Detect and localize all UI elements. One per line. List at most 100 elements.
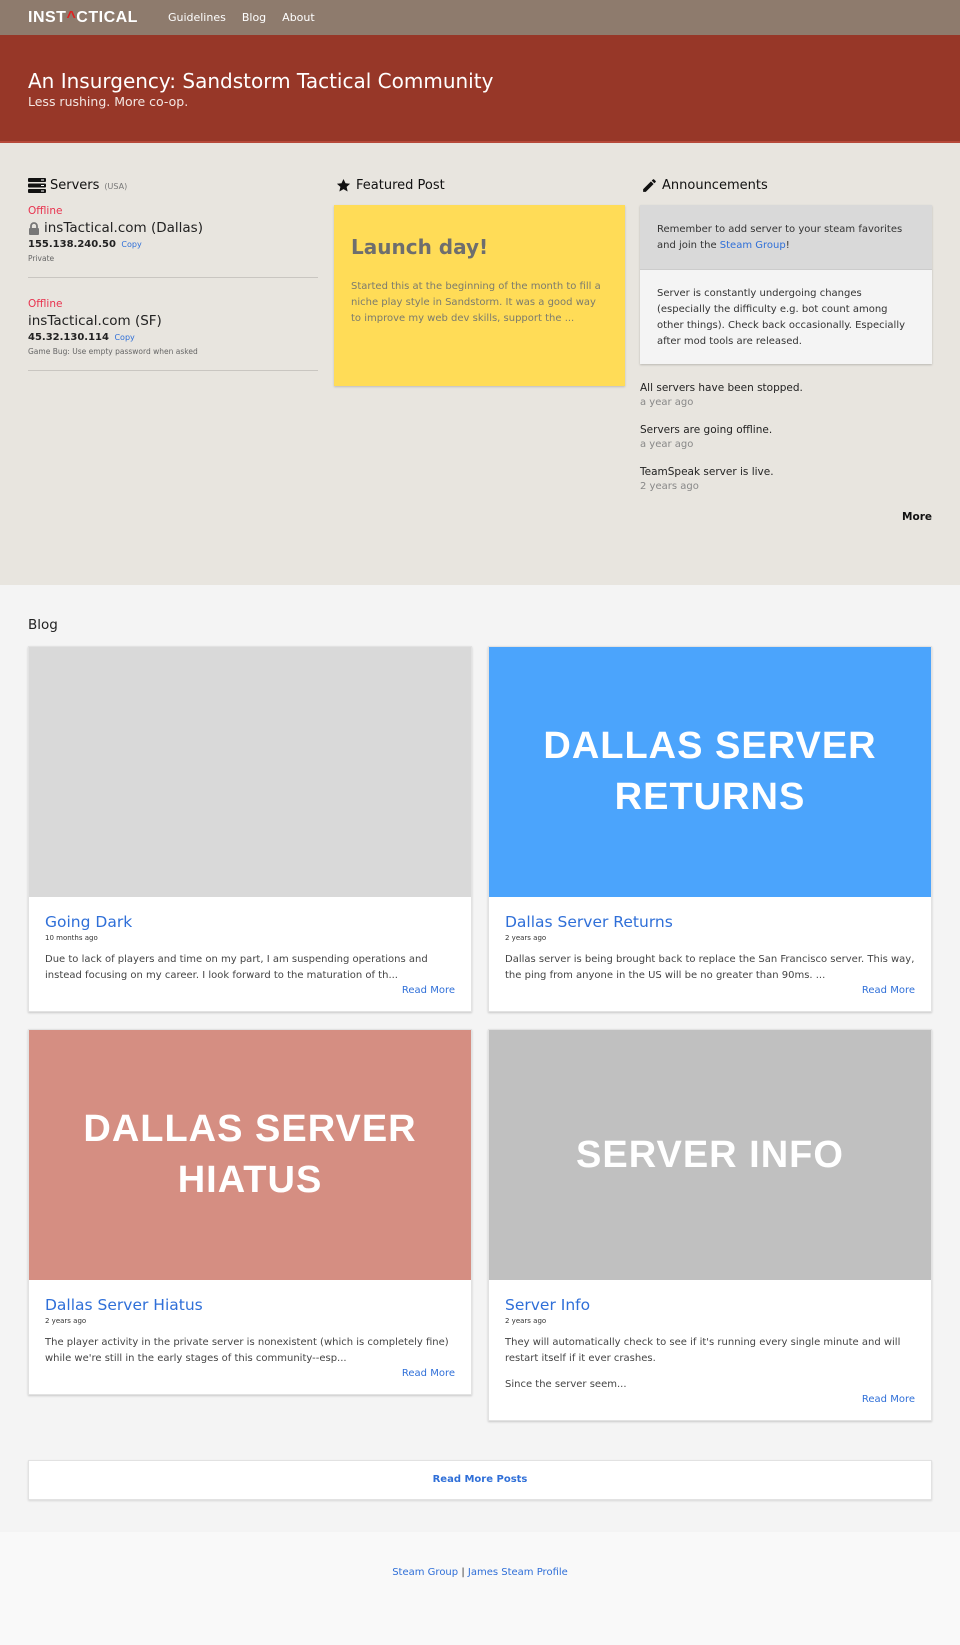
blog-card-date: 10 months ago <box>45 934 98 942</box>
announcement-time: a year ago <box>640 439 694 450</box>
more-announcements-link[interactable]: More <box>640 511 932 523</box>
servers-title: Servers <box>50 177 100 193</box>
blog-card-body: Dallas Server Returns 2 years ago Dallas… <box>489 897 931 1011</box>
logo-caret-icon: ^ <box>66 8 77 26</box>
blog-card-title[interactable]: Dallas Server Returns <box>505 913 915 931</box>
server-status: Offline <box>28 205 63 217</box>
featured-post-title: Launch day! <box>351 235 489 259</box>
excerpt-paragraph: The player activity in the private serve… <box>45 1337 449 1364</box>
excerpt-paragraph: They will automatically check to see if … <box>505 1337 901 1364</box>
servers-heading: Servers (USA) <box>28 175 318 195</box>
navbar: INST^CTICAL Guidelines Blog About <box>0 0 960 35</box>
copy-ip-button[interactable]: Copy <box>121 240 141 249</box>
announcements-heading: Announcements <box>640 175 932 195</box>
announcement-list: All servers have been stopped. a year ag… <box>640 382 932 492</box>
hero-banner: An Insurgency: Sandstorm Tactical Commun… <box>0 35 960 143</box>
nav-link-guidelines[interactable]: Guidelines <box>168 11 226 24</box>
featured-column: Featured Post Launch day! Started this a… <box>334 175 625 585</box>
hero-title: An Insurgency: Sandstorm Tactical Commun… <box>28 69 494 93</box>
star-icon <box>334 177 352 193</box>
featured-post-excerpt: Started this at the beginning of the mon… <box>351 281 601 324</box>
read-more-link[interactable]: Read More <box>505 985 915 996</box>
announcement-item: Servers are going offline. a year ago <box>640 424 932 450</box>
featured-title: Featured Post <box>356 177 445 193</box>
server-status: Offline <box>28 298 63 310</box>
steam-group-link[interactable]: Steam Group <box>720 240 786 251</box>
blog-section: Blog Going Dark 10 months ago Due to lac… <box>0 585 960 1532</box>
read-more-posts-button[interactable]: Read More Posts <box>28 1460 932 1500</box>
server-icon <box>28 177 46 193</box>
announcement-text: Servers are going offline. <box>640 424 773 436</box>
blog-card-body: Dallas Server Hiatus 2 years ago The pla… <box>29 1280 471 1394</box>
excerpt-paragraph: Dallas server is being brought back to r… <box>505 954 915 981</box>
server-ip-text: 155.138.240.50 <box>28 239 116 250</box>
footer: Steam Group | James Steam Profile <box>0 1532 960 1645</box>
footer-separator: | <box>461 1567 465 1578</box>
pinned-suffix: ! <box>785 240 790 251</box>
blog-card-excerpt: Due to lack of players and time on my pa… <box>45 952 455 984</box>
server-name: insTactical.com (Dallas) <box>28 220 318 236</box>
logo-text-left: INST <box>28 8 67 26</box>
servers-region: (USA) <box>104 182 128 191</box>
blog-card-title[interactable]: Going Dark <box>45 913 455 931</box>
blog-card-image[interactable]: DALLAS SERVER HIATUS <box>29 1030 471 1280</box>
nav-link-blog[interactable]: Blog <box>242 11 266 24</box>
footer-steam-group-link[interactable]: Steam Group <box>392 1567 458 1578</box>
pencil-icon <box>640 177 658 193</box>
site-logo[interactable]: INST^CTICAL <box>28 9 138 27</box>
lock-icon <box>29 221 39 235</box>
announcements-column: Announcements Remember to add server to … <box>640 175 932 585</box>
blog-card-body: Server Info 2 years ago They will automa… <box>489 1280 931 1420</box>
excerpt-paragraph: Since the server seem... <box>505 1379 627 1390</box>
blog-card-body: Going Dark 10 months ago Due to lack of … <box>29 897 471 1011</box>
server-note: Game Bug: Use empty password when asked <box>28 347 198 356</box>
blog-card-date: 2 years ago <box>505 934 547 942</box>
blog-card-excerpt: Dallas server is being brought back to r… <box>505 952 915 984</box>
servers-column: Servers (USA) Offline insTactical.com (D… <box>28 175 318 585</box>
announcement-item: All servers have been stopped. a year ag… <box>640 382 932 408</box>
notice-announcement: Server is constantly undergoing changes … <box>640 270 932 364</box>
server-ip: 45.32.130.114 Copy <box>28 332 318 343</box>
read-more-link[interactable]: Read More <box>45 985 455 996</box>
read-more-link[interactable]: Read More <box>505 1394 915 1405</box>
server-ip-text: 45.32.130.114 <box>28 332 109 343</box>
blog-card: SERVER INFO Server Info 2 years ago They… <box>488 1029 932 1421</box>
featured-heading: Featured Post <box>334 175 625 195</box>
nav-link-about[interactable]: About <box>282 11 315 24</box>
footer-steam-profile-link[interactable]: James Steam Profile <box>468 1567 568 1578</box>
server-note: Private <box>28 254 55 263</box>
announcement-time: a year ago <box>640 397 694 408</box>
blog-card: DALLAS SERVER HIATUS Dallas Server Hiatu… <box>28 1029 472 1395</box>
blog-card: Going Dark 10 months ago Due to lack of … <box>28 646 472 1012</box>
server-item: Offline insTactical.com (Dallas) 155.138… <box>28 205 318 278</box>
announcement-text: All servers have been stopped. <box>640 382 803 394</box>
pinned-announcement: Remember to add server to your steam fav… <box>640 205 932 270</box>
announcement-text: TeamSpeak server is live. <box>640 466 774 478</box>
server-name-text: insTactical.com (Dallas) <box>44 220 203 236</box>
blog-card-title[interactable]: Server Info <box>505 1296 915 1314</box>
announcements-title: Announcements <box>662 177 768 193</box>
blog-card-date: 2 years ago <box>505 1317 547 1325</box>
blog-card: DALLAS SERVER RETURNS Dallas Server Retu… <box>488 646 932 1012</box>
blog-card-image[interactable] <box>29 647 471 897</box>
blog-card-title[interactable]: Dallas Server Hiatus <box>45 1296 455 1314</box>
announcement-box: Remember to add server to your steam fav… <box>640 205 932 364</box>
blog-card-date: 2 years ago <box>45 1317 87 1325</box>
server-item: Offline insTactical.com (SF) 45.32.130.1… <box>28 298 318 371</box>
blog-card-excerpt: The player activity in the private serve… <box>45 1335 455 1367</box>
excerpt-paragraph: Due to lack of players and time on my pa… <box>45 954 428 981</box>
server-ip: 155.138.240.50 Copy <box>28 239 318 250</box>
blog-card-image[interactable]: DALLAS SERVER RETURNS <box>489 647 931 897</box>
blog-grid: Going Dark 10 months ago Due to lack of … <box>28 646 932 1421</box>
logo-text-right: CTICAL <box>76 8 138 26</box>
announcement-item: TeamSpeak server is live. 2 years ago <box>640 466 932 492</box>
read-more-link[interactable]: Read More <box>45 1368 455 1379</box>
blog-card-image[interactable]: SERVER INFO <box>489 1030 931 1280</box>
overview-section: Servers (USA) Offline insTactical.com (D… <box>0 143 960 585</box>
announcement-time: 2 years ago <box>640 481 699 492</box>
blog-card-excerpt: They will automatically check to see if … <box>505 1335 915 1393</box>
featured-post-card[interactable]: Launch day! Started this at the beginnin… <box>334 205 625 386</box>
copy-ip-button[interactable]: Copy <box>114 333 134 342</box>
blog-heading: Blog <box>28 617 58 633</box>
hero-subtitle: Less rushing. More co-op. <box>28 94 189 109</box>
